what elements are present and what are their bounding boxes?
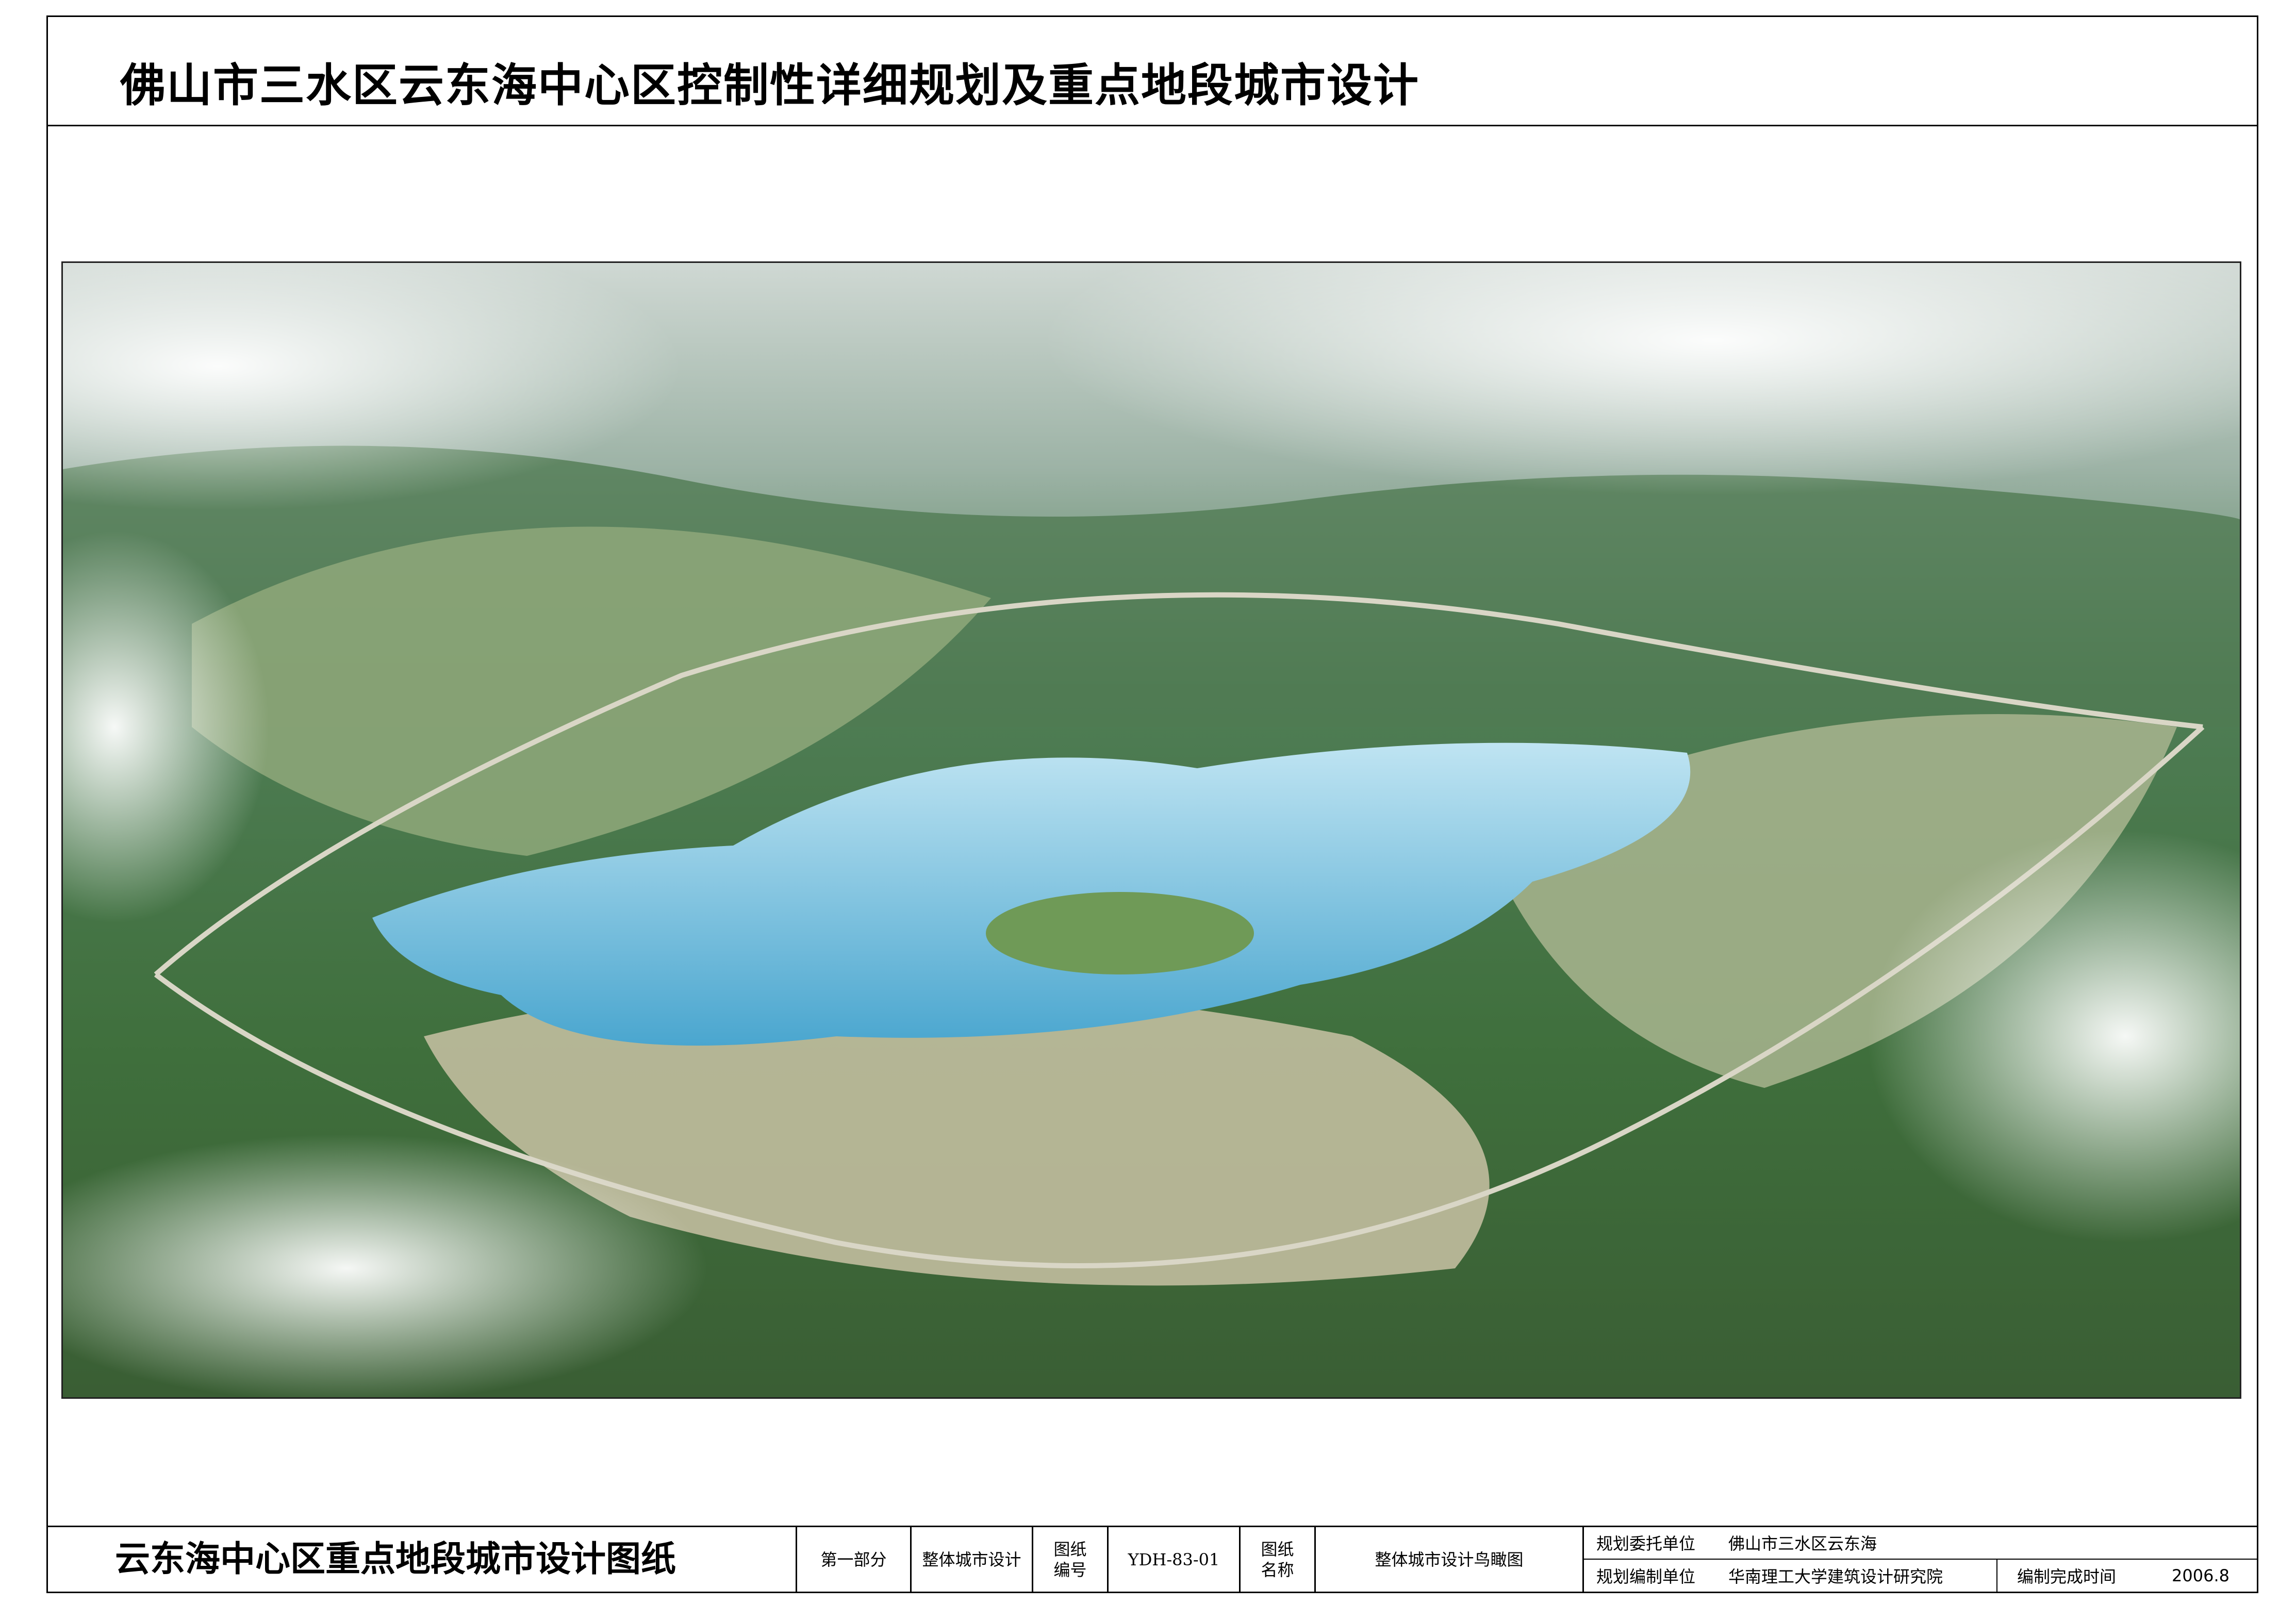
fog-shape bbox=[1043, 263, 2240, 495]
drawing-number-cell: YDH-83-01 bbox=[1107, 1527, 1239, 1592]
organization-block: 规划委托单位 佛山市三水区云东海 规划编制单位 华南理工大学建筑设计研究院 编制… bbox=[1582, 1527, 2257, 1592]
drawing-set-title-cell: 云东海中心区重点地段城市设计图纸 bbox=[48, 1527, 796, 1592]
designer-value: 华南理工大学建筑设计研究院 bbox=[1728, 1566, 1943, 1586]
drawing-name-cell: 整体城市设计鸟瞰图 bbox=[1314, 1527, 1582, 1592]
drawing-name: 整体城市设计鸟瞰图 bbox=[1375, 1549, 1524, 1569]
drawing-number-label-cell: 图纸 编号 bbox=[1032, 1527, 1107, 1592]
page-title: 佛山市三水区云东海中心区控制性详细规划及重点地段城市设计 bbox=[120, 59, 1420, 112]
aerial-rendering-illustration bbox=[63, 263, 2240, 1397]
drawing-name-label-cell: 图纸 名称 bbox=[1239, 1527, 1314, 1592]
drawing-number: YDH-83-01 bbox=[1128, 1549, 1220, 1569]
central-island bbox=[986, 892, 1254, 974]
aerial-rendering-image bbox=[61, 261, 2241, 1399]
completion-label: 编制完成时间 bbox=[2017, 1566, 2117, 1586]
drawing-name-label-line2: 名称 bbox=[1261, 1560, 1294, 1580]
client-row: 规划委托单位 佛山市三水区云东海 bbox=[1584, 1527, 2257, 1560]
drawing-name-label-line1: 图纸 bbox=[1261, 1539, 1294, 1559]
drawing-number-label-line2: 编号 bbox=[1053, 1560, 1087, 1580]
designer-row: 规划编制单位 华南理工大学建筑设计研究院 编制完成时间 2006.8 bbox=[1584, 1559, 2257, 1592]
designer-label: 规划编制单位 bbox=[1596, 1566, 1696, 1586]
client-label: 规划委托单位 bbox=[1596, 1534, 1696, 1554]
completion-divider bbox=[1996, 1559, 1997, 1592]
client-value: 佛山市三水区云东海 bbox=[1728, 1534, 1877, 1554]
title-bar: 佛山市三水区云东海中心区控制性详细规划及重点地段城市设计 bbox=[48, 17, 2257, 126]
part-label: 第一部分 bbox=[820, 1549, 887, 1569]
drawing-frame: 佛山市三水区云东海中心区控制性详细规划及重点地段城市设计 云东海中心区重点地段城… bbox=[46, 15, 2258, 1593]
section-name: 整体城市设计 bbox=[922, 1549, 1021, 1569]
part-cell: 第一部分 bbox=[796, 1527, 910, 1592]
drawing-set-title: 云东海中心区重点地段城市设计图纸 bbox=[115, 1539, 676, 1580]
drawing-number-label-line1: 图纸 bbox=[1053, 1539, 1087, 1559]
section-cell: 整体城市设计 bbox=[910, 1527, 1032, 1592]
completion-value: 2006.8 bbox=[2172, 1565, 2229, 1585]
title-block: 云东海中心区重点地段城市设计图纸 第一部分 整体城市设计 图纸 编号 YDH-8… bbox=[48, 1526, 2257, 1592]
